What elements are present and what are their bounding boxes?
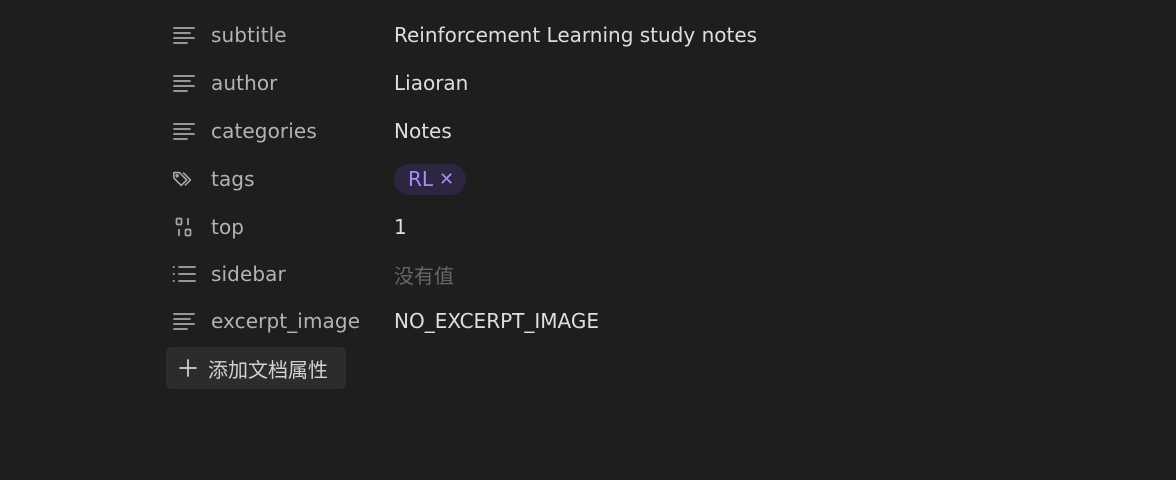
tag-label: RL xyxy=(408,167,434,191)
add-property-button[interactable]: 添加文档属性 xyxy=(166,347,346,389)
property-row-sidebar: sidebar 没有值 xyxy=(166,251,966,297)
property-row-top: top 1 xyxy=(166,203,966,251)
property-key-tags[interactable]: tags xyxy=(166,161,394,197)
property-value-categories[interactable]: Notes xyxy=(394,119,452,143)
text-lines-icon xyxy=(172,309,196,333)
tag-pill[interactable]: RL ✕ xyxy=(394,163,467,195)
property-key-author[interactable]: author xyxy=(166,65,394,101)
property-key-label: excerpt_image xyxy=(211,309,361,333)
property-key-excerpt-image[interactable]: excerpt_image xyxy=(166,303,394,339)
property-key-subtitle[interactable]: subtitle xyxy=(166,17,394,53)
property-key-label: top xyxy=(211,215,245,239)
property-key-label: tags xyxy=(211,167,255,191)
text-lines-icon xyxy=(172,119,196,143)
property-row-author: author Liaoran xyxy=(166,59,966,107)
property-row-tags: tags RL ✕ xyxy=(166,155,966,203)
property-key-label: categories xyxy=(211,119,317,143)
property-key-label: sidebar xyxy=(211,262,286,286)
tag-remove-icon[interactable]: ✕ xyxy=(439,169,454,190)
property-key-label: subtitle xyxy=(211,23,287,47)
plus-icon xyxy=(178,358,198,378)
text-lines-icon xyxy=(172,23,196,47)
property-value-sidebar-empty[interactable]: 没有值 xyxy=(394,260,454,289)
property-row-subtitle: subtitle Reinforcement Learning study no… xyxy=(166,11,966,59)
property-value-subtitle[interactable]: Reinforcement Learning study notes xyxy=(394,23,757,47)
property-row-categories: categories Notes xyxy=(166,107,966,155)
property-value-top[interactable]: 1 xyxy=(394,215,407,239)
list-icon xyxy=(172,262,196,286)
tags-icon xyxy=(172,167,196,191)
property-value-excerpt-image[interactable]: NO_EXCERPT_IMAGE xyxy=(394,309,599,333)
text-lines-icon xyxy=(172,71,196,95)
property-key-categories[interactable]: categories xyxy=(166,113,394,149)
number-icon xyxy=(172,215,196,239)
property-row-excerpt-image: excerpt_image NO_EXCERPT_IMAGE xyxy=(166,297,966,345)
property-key-sidebar[interactable]: sidebar xyxy=(166,256,394,292)
property-key-label: author xyxy=(211,71,278,95)
add-property-label: 添加文档属性 xyxy=(208,357,328,382)
property-key-top[interactable]: top xyxy=(166,209,394,245)
properties-panel: subtitle Reinforcement Learning study no… xyxy=(166,11,966,389)
property-value-author[interactable]: Liaoran xyxy=(394,71,468,95)
